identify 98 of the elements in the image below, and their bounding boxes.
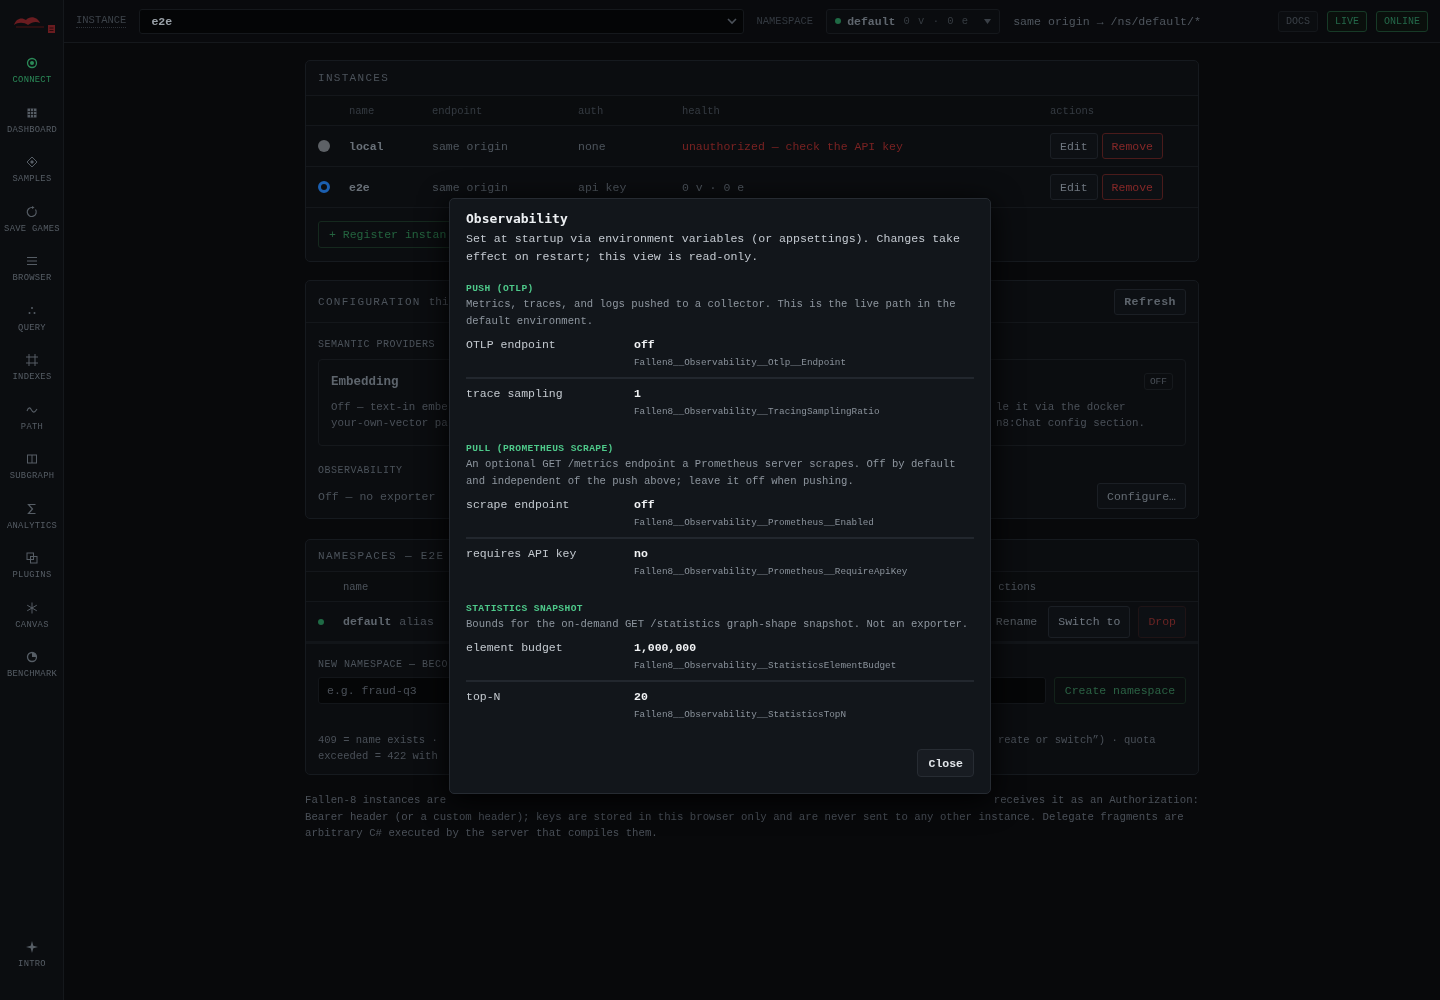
section-heading: PUSH (OTLP) — [466, 283, 535, 295]
section-heading: STATISTICS SNAPSHOT — [466, 603, 584, 615]
sidebar-item[interactable]: SUBGRAPH — [0, 443, 64, 493]
remove-button[interactable]: Remove — [1101, 174, 1164, 200]
setting-name: scrape endpoint — [466, 498, 571, 513]
pie-icon — [26, 651, 38, 663]
namespace-note: alias — [399, 615, 434, 628]
group-label: NEW NAMESPACE — BECO — [318, 659, 449, 670]
observability-status: Off — no exporter — [318, 489, 436, 503]
sidebar-item[interactable]: CANVAS — [0, 591, 64, 641]
setting-value: no — [634, 547, 649, 561]
setting-name: requires API key — [466, 547, 578, 562]
sidebar-item[interactable]: BENCHMARK — [0, 641, 64, 691]
setting-value: 1 — [634, 387, 642, 401]
close-button[interactable]: Close — [917, 749, 974, 777]
sidebar-item[interactable]: SAVE GAMES — [0, 195, 64, 245]
switch-button[interactable]: Switch to — [1048, 605, 1131, 638]
refresh-icon — [26, 205, 38, 218]
sidebar-item[interactable]: CONNECT — [0, 47, 64, 97]
health-text: 0 v · 0 e — [682, 180, 746, 194]
radio-button[interactable] — [318, 181, 330, 193]
setting-name: top-N — [466, 690, 502, 705]
sidebar-item[interactable]: PLUGINS — [0, 542, 64, 592]
diamond-icon — [26, 156, 38, 168]
section-title: CONFIGURATION — [318, 295, 421, 308]
setting-value: off — [634, 498, 656, 512]
status-dot — [318, 618, 324, 625]
auth-text: api key — [578, 180, 628, 194]
setting-name: OTLP endpoint — [466, 338, 557, 353]
refresh-button[interactable]: Refresh — [1114, 288, 1186, 315]
header-button[interactable]: ONLINE — [1376, 10, 1428, 32]
sidebar-item[interactable]: QUERY — [0, 294, 64, 344]
columns-icon — [26, 453, 38, 465]
setting-name: trace sampling — [466, 387, 564, 402]
edit-button[interactable]: Edit — [1050, 174, 1098, 200]
instance-label: INSTANCE — [76, 14, 127, 28]
frame-icon — [26, 354, 38, 366]
env-var-text: Fallen8__Observability__Otlp__Endpoint — [634, 356, 847, 369]
note-text: receives it as an Authorization: — [993, 793, 1199, 808]
instance-name: local — [349, 139, 385, 153]
radio-button[interactable] — [318, 140, 330, 152]
sidebar-item[interactable]: ANALYTICS — [0, 492, 64, 542]
column-header: name — [343, 580, 369, 593]
section-heading: PULL (PROMETHEUS SCRAPE) — [466, 443, 615, 455]
squares-icon — [26, 552, 38, 564]
section-title: NAMESPACES — E2E — [318, 549, 445, 562]
dots-icon — [26, 304, 38, 317]
remove-button[interactable]: Remove — [1101, 133, 1164, 159]
group-label: SEMANTIC PROVIDERS — [318, 339, 436, 350]
setting-name: element budget — [466, 641, 564, 656]
note-text: reate or switch”) · quota — [998, 733, 1157, 748]
group-label: OBSERVABILITY — [318, 465, 403, 476]
env-var-text: Fallen8__Observability__StatisticsTopN — [634, 708, 847, 721]
env-var-text: Fallen8__Observability__Prometheus__RequireApiKey — [634, 565, 909, 578]
section-title: INSTANCES — [318, 72, 390, 84]
chevron-icon — [727, 17, 738, 25]
setting-value: 1,000,000 — [634, 641, 698, 655]
health-text: unauthorized — check the API key — [682, 139, 904, 153]
setting-value: 20 — [634, 690, 649, 704]
route-text: same origin → /ns/default/* — [1013, 14, 1201, 28]
note-paragraph: Bearer header (or a custom header); keys are stored in this browser only and are never sent to any other instance. Delegate fragments are arbitrary C# executed by the server that compiles them. — [305, 809, 1185, 841]
header-button[interactable]: LIVE — [1326, 10, 1367, 32]
provider-description: le it via the docker n8:Chat config section. — [996, 400, 1147, 431]
target-icon — [26, 57, 38, 69]
sparkle-icon — [26, 940, 38, 953]
instance-name: e2e — [349, 180, 371, 194]
sum-icon — [26, 502, 38, 515]
sidebar-item[interactable]: INDEXES — [0, 344, 64, 394]
instance-select[interactable]: e2e — [139, 8, 745, 34]
env-var-text: Fallen8__Observability__StatisticsElementBudget — [634, 659, 898, 672]
sidebar-item[interactable]: PATH — [0, 393, 64, 443]
grid-icon — [26, 106, 38, 119]
env-var-text: Fallen8__Observability__Prometheus__Enabled — [634, 516, 875, 529]
note-text: Fallen-8 instances are — [305, 793, 447, 808]
note-text: 409 = name exists · exceeded = 422 with — [318, 733, 438, 764]
section-description: Bounds for the on-demand GET /statistics graph-shape snapshot. Not an exporter. — [466, 617, 970, 632]
sidebar-item[interactable]: SAMPLES — [0, 146, 64, 196]
column-header: ctions — [998, 580, 1036, 593]
setting-value: off — [634, 338, 656, 352]
sidebar-item[interactable]: INTRO — [0, 930, 64, 980]
auth-text: none — [578, 139, 607, 153]
endpoint-text: same origin — [432, 139, 509, 153]
endpoint-text: same origin — [432, 180, 509, 194]
configure-button[interactable]: Configure… — [1097, 483, 1186, 509]
provider-name: Embedding — [331, 375, 400, 389]
namespace-name: default — [343, 615, 392, 628]
section-description: Metrics, traces, and logs pushed to a collector. This is the live path in the default environment. — [466, 297, 957, 329]
sidebar-item[interactable]: BROWSER — [0, 245, 64, 295]
caret-icon — [984, 18, 992, 24]
edit-button[interactable]: Edit — [1050, 133, 1098, 159]
menu-icon — [26, 255, 38, 267]
status-badge: OFF — [1143, 373, 1173, 390]
snowflake-icon — [26, 601, 38, 614]
status-dot-icon — [835, 18, 842, 24]
sidebar-item[interactable]: DASHBOARD — [0, 96, 64, 146]
env-var-text: Fallen8__Observability__TracingSamplingRatio — [634, 405, 881, 418]
section-subtitle: thi — [428, 295, 449, 308]
section-description: An optional GET /metrics endpoint a Prometheus server scrapes. Off by default and independent of the push above; leave it off when pushing. — [466, 457, 957, 489]
